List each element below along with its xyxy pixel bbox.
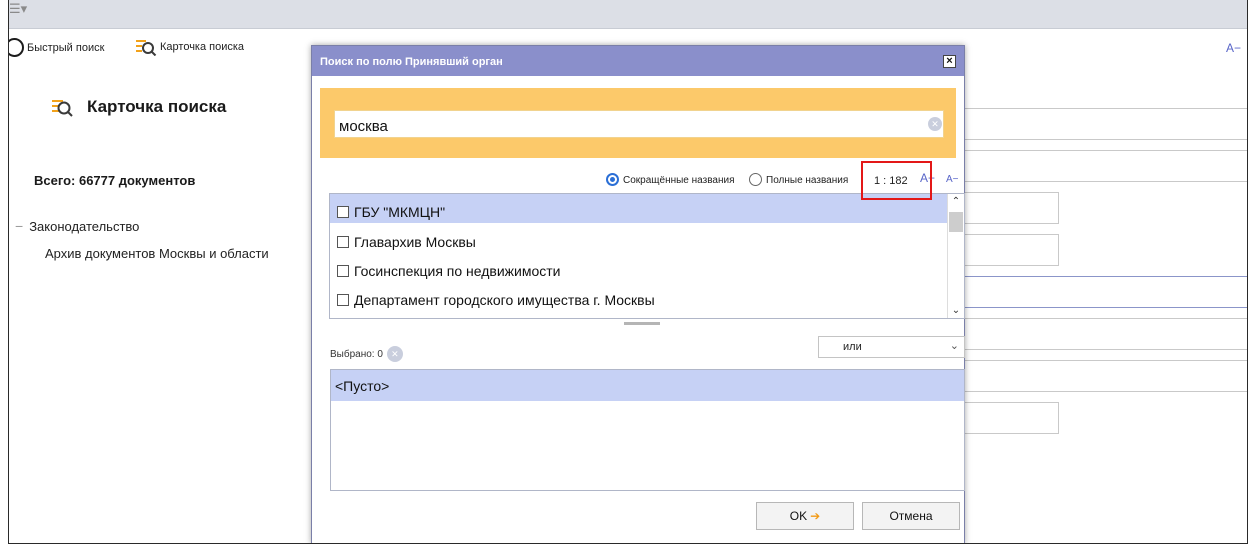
search-dialog: Поиск по полю Принявший орган × ✕ Сокращ… <box>311 45 965 543</box>
list-item[interactable]: Госинспекция по недвижимости <box>330 253 947 282</box>
search-card-icon <box>52 100 73 117</box>
radio-short-names[interactable] <box>606 173 619 186</box>
tree-node-label: Законодательство <box>29 218 140 234</box>
clear-icon[interactable]: ✕ <box>928 117 942 131</box>
collapse-icon[interactable]: − <box>15 218 23 234</box>
selected-count-label: Выбрано: 0 <box>330 348 383 360</box>
search-card-icon <box>136 40 157 56</box>
form-field[interactable] <box>955 192 1059 224</box>
search-band: ✕ <box>320 88 956 158</box>
search-card-label: Карточка поиска <box>160 41 245 53</box>
results-list: ГБУ "МКМЦН" Главархив Москвы Госинспекци… <box>329 193 965 319</box>
highlight-annotation <box>861 161 932 200</box>
font-decrease-button[interactable]: A− <box>946 174 959 185</box>
dialog-title: Поиск по полю Принявший орган <box>320 56 503 68</box>
list-item-label: Департамент городского имущества г. Моск… <box>354 291 655 308</box>
search-card-button[interactable]: Карточка поиска <box>135 38 244 56</box>
splitter-handle[interactable] <box>624 322 660 325</box>
form-field[interactable] <box>955 402 1059 434</box>
list-item-label: Главархив Москвы <box>354 233 476 250</box>
quick-search-button[interactable]: Быстрый поиск <box>9 38 104 57</box>
quick-search-icon <box>9 38 24 57</box>
list-item[interactable]: Департамент городского имущества г. Моск… <box>330 282 947 311</box>
application-window: ☰▾ Быстрый поиск Карточка поиска A− Карт… <box>8 0 1248 544</box>
ok-button[interactable]: OK ➔ <box>756 502 854 530</box>
arrow-right-icon: ➔ <box>810 509 821 523</box>
form-field-focused[interactable] <box>955 276 1247 308</box>
font-size-toggle[interactable]: A− <box>1226 41 1241 55</box>
selected-count: Выбрано: 0 ✕ <box>330 346 403 362</box>
list-item[interactable]: Главархив Москвы <box>330 224 947 253</box>
scrollbar-thumb[interactable] <box>949 212 963 232</box>
radio-full-names[interactable] <box>749 173 762 186</box>
form-field[interactable] <box>955 318 1247 350</box>
form-field[interactable] <box>955 234 1059 266</box>
menu-icon[interactable]: ☰▾ <box>9 2 27 17</box>
page-title: Карточка поиска <box>51 97 226 117</box>
page-title-text: Карточка поиска <box>87 97 227 116</box>
clear-selection-icon[interactable]: ✕ <box>386 346 403 362</box>
form-field[interactable] <box>955 150 1247 182</box>
empty-placeholder: <Пусто> <box>331 370 964 401</box>
dialog-title-bar: Поиск по полю Принявший орган × <box>312 46 964 76</box>
form-field[interactable] <box>955 360 1247 392</box>
tree-node-archive[interactable]: Архив документов Москвы и области <box>45 246 269 261</box>
list-item-label: ГБУ "МКМЦН" <box>354 203 446 220</box>
scroll-down-icon[interactable]: ⌄ <box>948 305 964 316</box>
quick-search-label: Быстрый поиск <box>27 41 105 54</box>
list-item[interactable]: ГБУ "МКМЦН" <box>330 194 947 223</box>
ok-label: OK <box>789 509 808 523</box>
radio-full-label: Полные названия <box>766 175 849 186</box>
chevron-down-icon: ⌄ <box>949 339 959 352</box>
logic-select[interactable]: или ⌄ <box>818 336 965 358</box>
scroll-up-icon[interactable]: ⌃ <box>948 196 964 207</box>
checkbox[interactable] <box>337 205 349 218</box>
checkbox[interactable] <box>337 264 349 277</box>
vertical-scrollbar[interactable]: ⌃ ⌄ <box>947 194 964 318</box>
total-count: Всего: 66777 документов <box>34 173 196 188</box>
cancel-button[interactable]: Отмена <box>862 502 960 530</box>
menu-bar: ☰▾ <box>9 0 1247 29</box>
radio-short-label: Сокращённые названия <box>623 175 735 186</box>
close-button[interactable]: × <box>943 55 956 68</box>
search-input[interactable] <box>334 110 944 138</box>
logic-select-value: или <box>843 341 862 353</box>
list-item-label: Госинспекция по недвижимости <box>354 262 561 279</box>
tree-node-legislation[interactable]: − Законодательство <box>15 218 139 234</box>
cancel-label: Отмена <box>889 509 933 523</box>
form-field[interactable] <box>955 108 1247 140</box>
selected-list: <Пусто> <box>330 369 965 491</box>
checkbox[interactable] <box>337 235 349 248</box>
checkbox[interactable] <box>337 293 349 306</box>
